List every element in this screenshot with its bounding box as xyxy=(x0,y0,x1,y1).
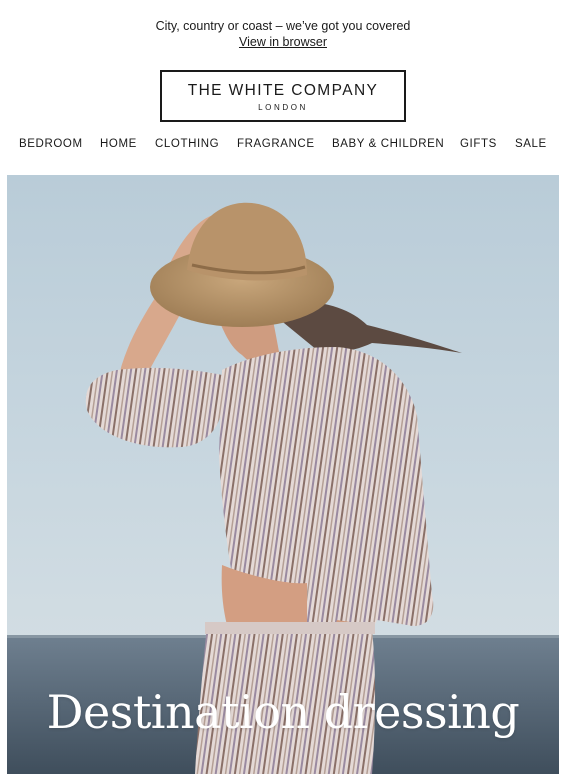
nav-item-baby-children[interactable]: BABY & CHILDREN xyxy=(332,138,444,150)
nav-item-clothing[interactable]: CLOTHING xyxy=(155,138,219,150)
nav-item-fragrance[interactable]: FRAGRANCE xyxy=(237,138,315,150)
preheader: City, country or coast – we’ve got you c… xyxy=(0,18,566,50)
hero-banner[interactable]: Destination dressing xyxy=(7,175,559,774)
nav-item-sale[interactable]: SALE xyxy=(515,138,547,150)
category-nav: BEDROOM HOME CLOTHING FRAGRANCE BABY & C… xyxy=(0,138,566,154)
preheader-tagline: City, country or coast – we’ve got you c… xyxy=(155,19,411,33)
logo-location: LONDON xyxy=(258,103,308,112)
nav-item-bedroom[interactable]: BEDROOM xyxy=(19,138,83,150)
hero-headline: Destination dressing xyxy=(46,685,520,739)
logo-brand-name: THE WHITE COMPANY xyxy=(187,82,379,99)
brand-logo[interactable]: THE WHITE COMPANY LONDON xyxy=(160,70,406,122)
view-in-browser-link[interactable]: View in browser xyxy=(239,34,327,50)
nav-item-gifts[interactable]: GIFTS xyxy=(460,138,497,150)
nav-item-home[interactable]: HOME xyxy=(100,138,137,150)
